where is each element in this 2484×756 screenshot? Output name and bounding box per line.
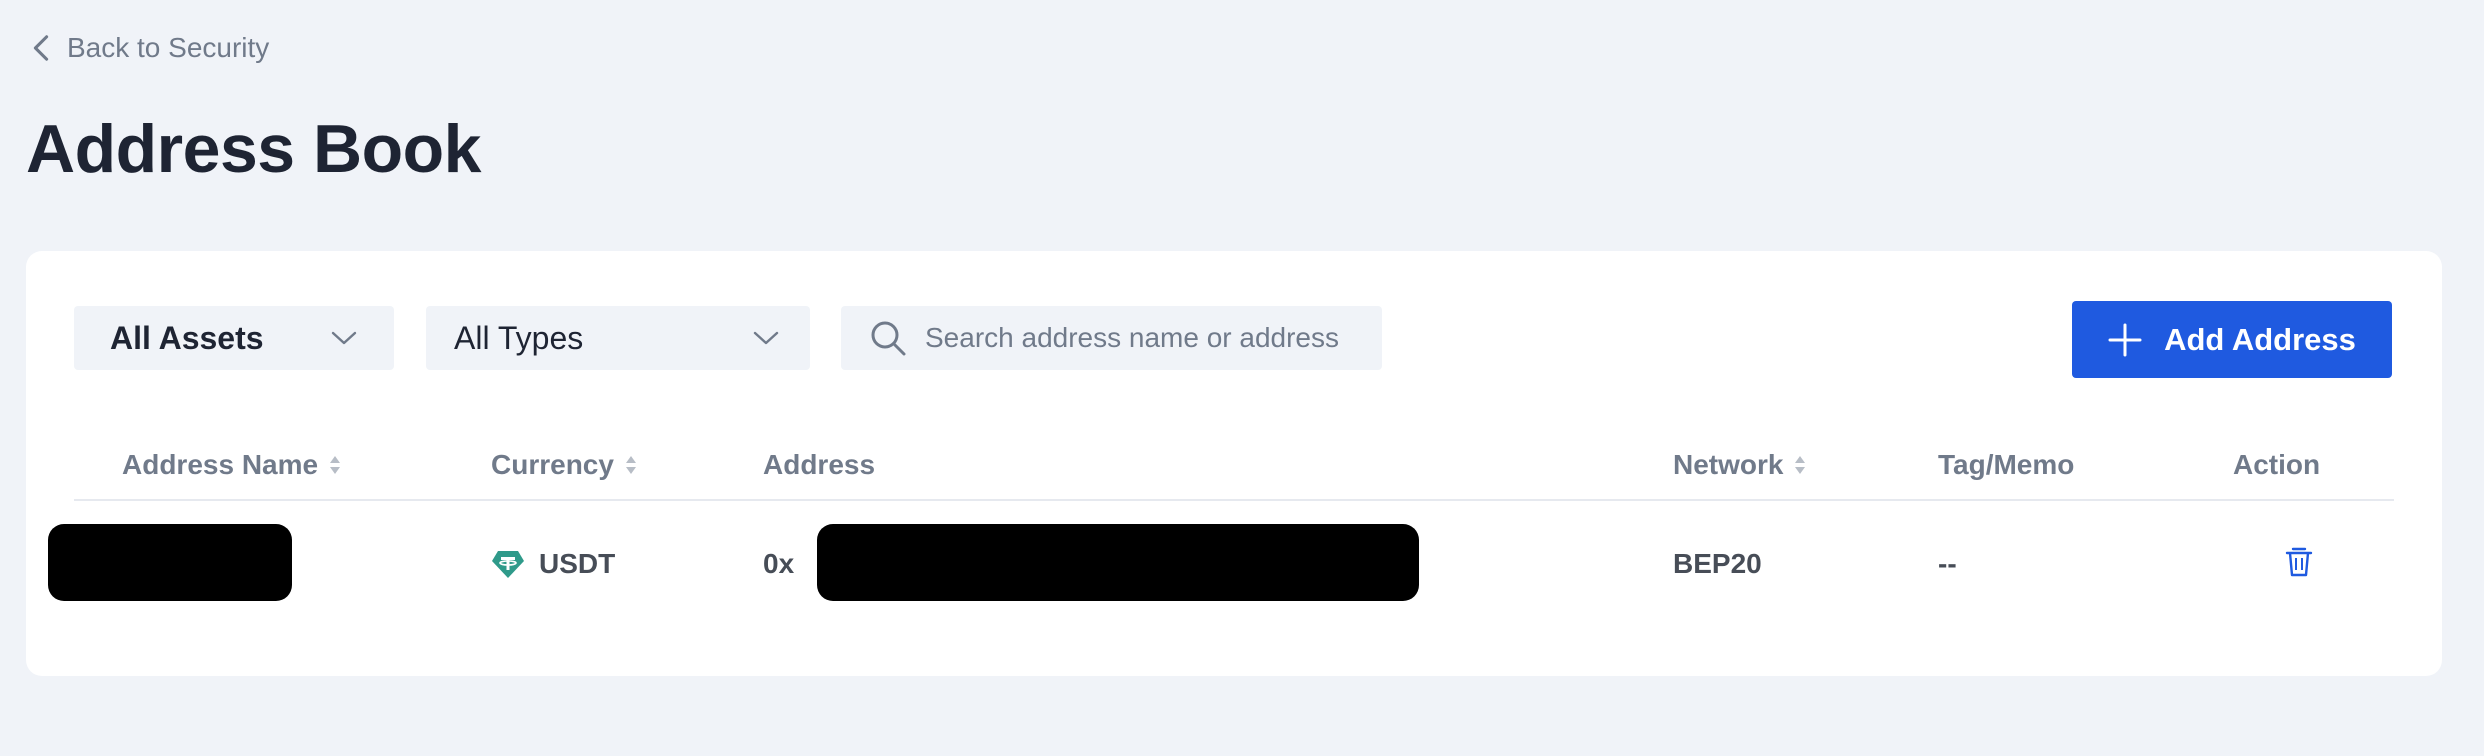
address-prefix: 0x <box>763 548 795 579</box>
sort-icon[interactable] <box>624 453 638 477</box>
page-title: Address Book <box>26 111 482 187</box>
column-header-address: Address <box>763 431 875 499</box>
trash-icon[interactable] <box>2282 544 2316 578</box>
search-box <box>841 306 1382 370</box>
add-address-button[interactable]: Add Address <box>2072 301 2392 378</box>
column-header-action: Action <box>2233 431 2320 499</box>
search-input[interactable] <box>925 322 1365 354</box>
column-label: Address <box>763 449 876 480</box>
currency-cell: USDT <box>491 503 615 625</box>
redacted-address <box>817 524 1419 601</box>
chevron-left-icon <box>33 35 49 61</box>
toolbar: All Assets All Types Add Address <box>26 251 2442 401</box>
column-label: Currency <box>491 449 614 480</box>
column-header-address-name[interactable]: Address Name <box>122 431 342 499</box>
column-header-currency[interactable]: Currency <box>491 431 638 499</box>
search-icon <box>871 321 906 356</box>
assets-filter-select[interactable]: All Assets <box>74 306 394 370</box>
tag-memo-cell: -- <box>1938 503 1957 625</box>
column-header-network[interactable]: Network <box>1673 431 1807 499</box>
column-label: Network <box>1673 449 1784 480</box>
types-filter-select[interactable]: All Types <box>426 306 810 370</box>
column-label: Tag/Memo <box>1938 449 2075 480</box>
address-book-card: All Assets All Types Add Address <box>26 251 2442 676</box>
back-link-label: Back to Security <box>67 32 270 63</box>
plus-icon <box>2108 323 2142 356</box>
chevron-down-icon <box>753 331 779 345</box>
add-address-label: Add Address <box>2164 321 2356 357</box>
network-label: BEP20 <box>1673 548 1762 579</box>
column-header-tag-memo: Tag/Memo <box>1938 431 2074 499</box>
sort-icon[interactable] <box>328 453 342 477</box>
tag-memo-value: -- <box>1938 548 1957 579</box>
assets-filter-label: All Assets <box>110 319 264 356</box>
address-cell: 0x <box>763 503 794 625</box>
back-to-security-link[interactable]: Back to Security <box>29 32 269 64</box>
currency-label: USDT <box>539 548 616 579</box>
column-label: Action <box>2233 449 2321 480</box>
tether-icon <box>492 551 524 578</box>
types-filter-label: All Types <box>454 319 584 356</box>
network-cell: BEP20 <box>1673 503 1762 625</box>
column-label: Address Name <box>122 449 319 480</box>
sort-icon[interactable] <box>1793 453 1807 477</box>
chevron-down-icon <box>331 331 357 345</box>
table-header: Address Name Currency Address Network Ta <box>74 431 2394 501</box>
